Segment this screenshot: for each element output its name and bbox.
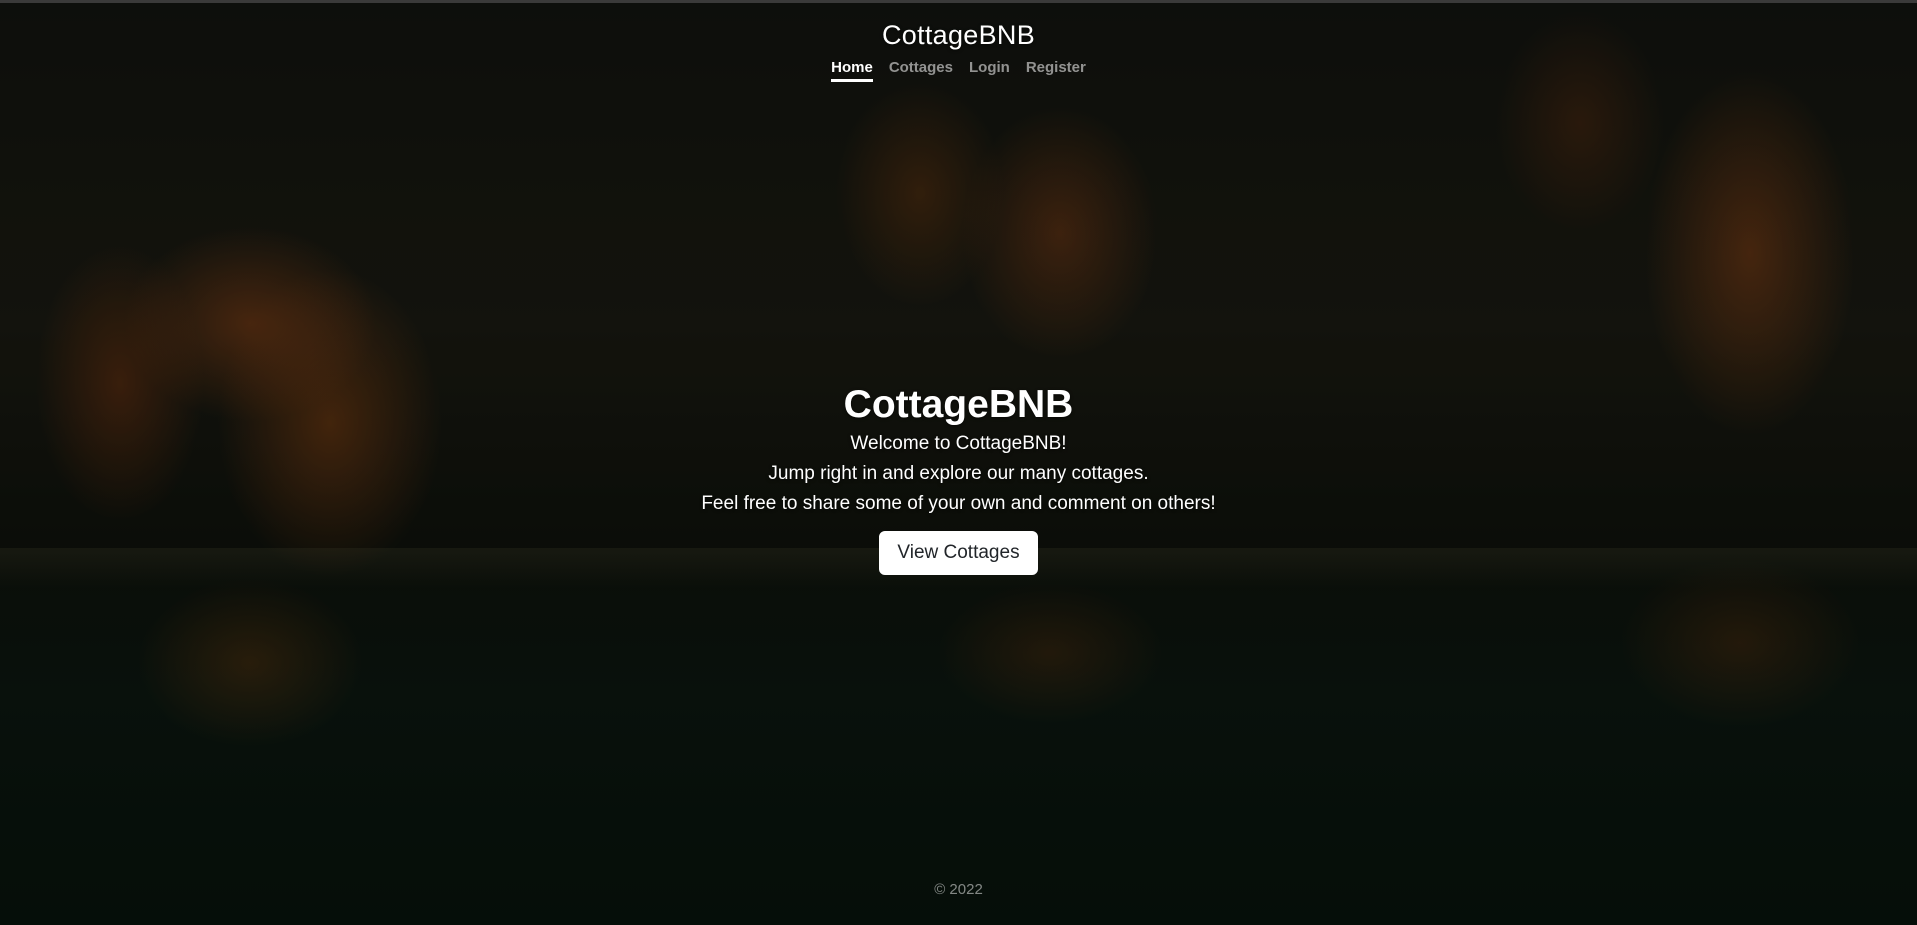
hero-welcome-text: Welcome to CottageBNB! (850, 433, 1067, 454)
site-footer: © 2022 (0, 881, 1917, 898)
hero-explore-text: Jump right in and explore our many cotta… (768, 463, 1149, 484)
site-header: CottageBNB Home Cottages Login Register (0, 20, 1917, 82)
nav-link-cottages[interactable]: Cottages (889, 59, 953, 82)
page: CottageBNB Home Cottages Login Register … (0, 0, 1917, 925)
view-cottages-button[interactable]: View Cottages (879, 531, 1038, 575)
site-brand[interactable]: CottageBNB (0, 20, 1917, 51)
hero-title: CottageBNB (843, 383, 1074, 426)
main-nav: Home Cottages Login Register (0, 59, 1917, 82)
nav-link-home[interactable]: Home (831, 59, 873, 82)
hero-section: CottageBNB Welcome to CottageBNB! Jump r… (0, 381, 1917, 575)
nav-link-login[interactable]: Login (969, 59, 1010, 82)
copyright-text: © 2022 (934, 881, 983, 898)
hero-share-text: Feel free to share some of your own and … (701, 493, 1216, 514)
nav-link-register[interactable]: Register (1026, 59, 1086, 82)
